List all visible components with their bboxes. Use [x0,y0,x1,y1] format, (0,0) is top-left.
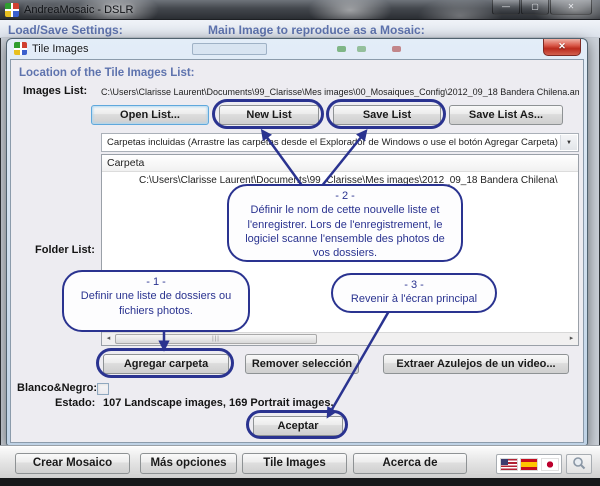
callout-1-bubble: - 1 - Definir une liste de dossiers ou f… [62,270,250,332]
main-image-label: Main Image to reproduce as a Mosaic: [208,23,425,37]
main-window-title: AndreaMosaic - DSLR [24,4,133,16]
scroll-right-arrow[interactable]: ▸ [565,333,578,345]
us-flag-canton [501,459,508,465]
images-list-label: Images List: [23,85,87,97]
scroll-left-arrow[interactable]: ◂ [102,333,115,345]
callout-1-number: - 1 - [64,275,248,289]
images-list-path: C:\Users\Clarisse Laurent\Documents\99_C… [101,87,579,97]
estado-value: 107 Landscape images, 169 Portrait image… [103,397,334,409]
load-save-settings-label: Load/Save Settings: [8,23,123,37]
dialog-close-button[interactable]: ✕ [543,39,581,56]
window-controls: — ▢ ✕ [491,0,592,15]
maximize-button[interactable]: ▢ [521,0,549,15]
save-list-as-button[interactable]: Save List As... [449,105,563,125]
dialog-title: Tile Images [32,43,88,55]
japan-flag-icon [542,459,558,470]
main-close-button[interactable]: ✕ [550,0,592,15]
tile-images-icon [14,42,27,55]
dropdown-arrow-icon[interactable]: ▼ [560,135,577,150]
screenshot-root: AndreaMosaic - DSLR — ▢ ✕ Load/Save Sett… [0,0,600,486]
callout-3-number: - 3 - [333,278,495,292]
acerca-de-button[interactable]: Acerca de [353,453,467,474]
glass-reflection-ghost [192,43,267,55]
glass-ghost-dot-green [337,46,346,52]
callout-2-number: - 2 - [229,189,461,203]
glass-ghost-dot-red [392,46,401,52]
andreamosaic-app-icon [5,3,19,17]
new-list-button[interactable]: New List [219,105,319,125]
aceptar-button[interactable]: Aceptar [253,416,343,436]
crear-mosaico-button[interactable]: Crear Mosaico [15,453,130,474]
spain-flag-icon [521,459,537,470]
dropdown-selected-value: Carpetas incluidas (Arrastre las carpeta… [107,137,558,148]
folder-list-column-header[interactable]: Carpeta [102,155,578,172]
mas-opciones-button[interactable]: Más opciones [140,453,237,474]
save-list-button[interactable]: Save List [333,105,441,125]
callout-1-text: Definir une liste de dossiers ou fichier… [64,289,248,318]
callout-3-bubble: - 3 - Revenir à l'écran principal [331,273,497,313]
scrollbar-thumb[interactable]: ||| [115,334,317,344]
open-list-button[interactable]: Open List... [91,105,209,125]
magnifier-icon [567,455,591,473]
extraer-azulejos-button[interactable]: Extraer Azulejos de un video... [383,354,569,374]
us-flag-icon [501,459,517,470]
estado-label: Estado: [55,397,95,409]
search-button[interactable] [566,454,592,474]
blanco-negro-checkbox[interactable] [97,383,109,395]
main-window-titlebar: AndreaMosaic - DSLR — ▢ ✕ [0,0,600,20]
glass-ghost-dot-green2 [357,46,366,52]
folder-list-label: Folder List: [35,244,95,256]
window-bottom-edge [0,478,600,486]
callout-3-text: Revenir à l'écran principal [333,292,495,306]
horizontal-scrollbar[interactable]: ◂ ▸ ||| [102,332,578,345]
main-window-header-row: Load/Save Settings: Main Image to reprod… [0,20,600,38]
included-folders-dropdown[interactable]: Carpetas incluidas (Arrastre las carpeta… [101,133,579,152]
callout-2-text: Définir le nom de cette nouvelle liste e… [229,203,461,260]
tile-images-button[interactable]: Tile Images [242,453,347,474]
language-selector-button[interactable] [496,454,562,474]
section-title: Location of the Tile Images List: [19,67,195,79]
minimize-button[interactable]: — [492,0,520,15]
remover-seleccion-button[interactable]: Remover selección [245,354,359,374]
main-window-bottom-bar: Crear Mosaico Más opciones Tile Images A… [0,446,600,478]
callout-2-bubble: - 2 - Définir le nom de cette nouvelle l… [227,184,463,262]
blanco-negro-label: Blanco&Negro: [17,382,97,394]
agregar-carpeta-button[interactable]: Agregar carpeta [103,354,229,374]
dialog-titlebar[interactable]: Tile Images ✕ [7,39,587,59]
